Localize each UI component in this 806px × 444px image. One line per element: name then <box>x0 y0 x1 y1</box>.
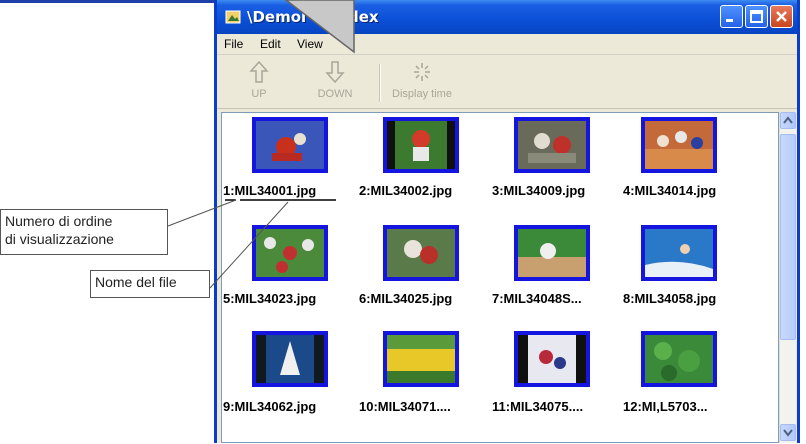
thumbnail-5[interactable] <box>252 225 328 281</box>
thumbnail-6[interactable] <box>383 225 459 281</box>
thumbnail-image <box>645 335 713 383</box>
thumbnail-12[interactable] <box>641 331 717 387</box>
thumbnail-image <box>518 121 586 169</box>
thumbnail-grid: 1:MIL34001.jpg 2:MIL34002.jpg 3:MIL34009… <box>221 112 779 443</box>
thumbnail-caption: 7:MIL34048S... <box>492 291 582 306</box>
thumbnail-2[interactable] <box>383 117 459 173</box>
scroll-thumb[interactable] <box>780 134 796 340</box>
thumbnail-image <box>645 229 713 277</box>
clock-icon <box>414 63 430 81</box>
window-title: \Demol dex <box>247 8 379 26</box>
callout-order-number: Numero di ordine di visualizzazione <box>0 209 168 255</box>
up-label: UP <box>251 88 267 100</box>
scroll-down-button[interactable] <box>780 424 796 441</box>
up-button[interactable]: UP <box>227 60 291 100</box>
thumbnail-caption: 6:MIL34025.jpg <box>359 291 453 306</box>
chevron-up-icon <box>783 116 793 124</box>
title-bar[interactable]: \Demol dex <box>217 0 797 34</box>
thumbnail-caption: 12:MI,L5703... <box>623 399 708 414</box>
down-label: DOWN <box>317 88 353 100</box>
thumbnail-8[interactable] <box>641 225 717 281</box>
minimize-icon <box>726 19 733 22</box>
thumbnail-1[interactable] <box>252 117 328 173</box>
thumbnail-caption: 9:MIL34062.jpg <box>223 399 317 414</box>
down-button[interactable]: DOWN <box>303 60 367 100</box>
menu-edit[interactable]: Edit <box>260 37 281 51</box>
thumbnail-image <box>387 229 455 277</box>
close-icon <box>776 11 787 22</box>
thumbnail-image <box>387 121 455 169</box>
thumbnail-9[interactable] <box>252 331 328 387</box>
thumbnail-3[interactable] <box>514 117 590 173</box>
thumbnail-image <box>518 335 586 383</box>
maximize-icon <box>750 10 763 23</box>
arrow-down-icon <box>325 61 345 84</box>
thumbnail-4[interactable] <box>641 117 717 173</box>
app-window: \Demol dex File Edit View UP DOWN Displa… <box>214 0 800 443</box>
thumbnail-caption: 3:MIL34009.jpg <box>492 183 586 198</box>
thumbnail-caption: 4:MIL34014.jpg <box>623 183 717 198</box>
minimize-button[interactable] <box>720 5 743 28</box>
arrow-up-icon <box>249 60 269 83</box>
thumbnail-caption: 5:MIL34023.jpg <box>223 291 317 306</box>
thumbnail-caption: 8:MIL34058.jpg <box>623 291 717 306</box>
thumbnail-caption: 11:MIL34075.... <box>492 399 584 414</box>
thumbnail-image <box>518 229 586 277</box>
thumbnail-caption: 1:MIL34001.jpg <box>223 183 317 198</box>
thumbnail-7[interactable] <box>514 225 590 281</box>
display-time-label: Display time <box>392 88 452 100</box>
vertical-scrollbar[interactable] <box>779 112 796 443</box>
toolbar: UP DOWN Display time <box>217 56 797 109</box>
chevron-down-icon <box>783 429 793 437</box>
thumbnail-image <box>256 121 324 169</box>
thumbnail-image <box>256 229 324 277</box>
thumbnail-11[interactable] <box>514 331 590 387</box>
thumbnail-10[interactable] <box>383 331 459 387</box>
thumbnail-caption: 2:MIL34002.jpg <box>359 183 453 198</box>
display-time-button[interactable]: Display time <box>387 60 457 100</box>
app-icon <box>225 10 241 24</box>
thumbnail-caption: 10:MIL34071.... <box>359 399 451 414</box>
callout-order-line1: Numero di ordine <box>5 213 113 229</box>
menu-view[interactable]: View <box>297 37 323 51</box>
menu-file[interactable]: File <box>224 37 243 51</box>
close-button[interactable] <box>770 5 793 28</box>
scroll-up-button[interactable] <box>780 112 796 129</box>
thumbnail-image <box>645 121 713 169</box>
callout-file-name: Nome del file <box>90 270 210 298</box>
maximize-button[interactable] <box>745 5 768 28</box>
thumbnail-image <box>387 335 455 383</box>
toolbar-separator <box>379 64 381 102</box>
menu-bar: File Edit View <box>217 34 797 55</box>
callout-order-line2: di visualizzazione <box>5 231 114 247</box>
thumbnail-image <box>256 335 324 383</box>
